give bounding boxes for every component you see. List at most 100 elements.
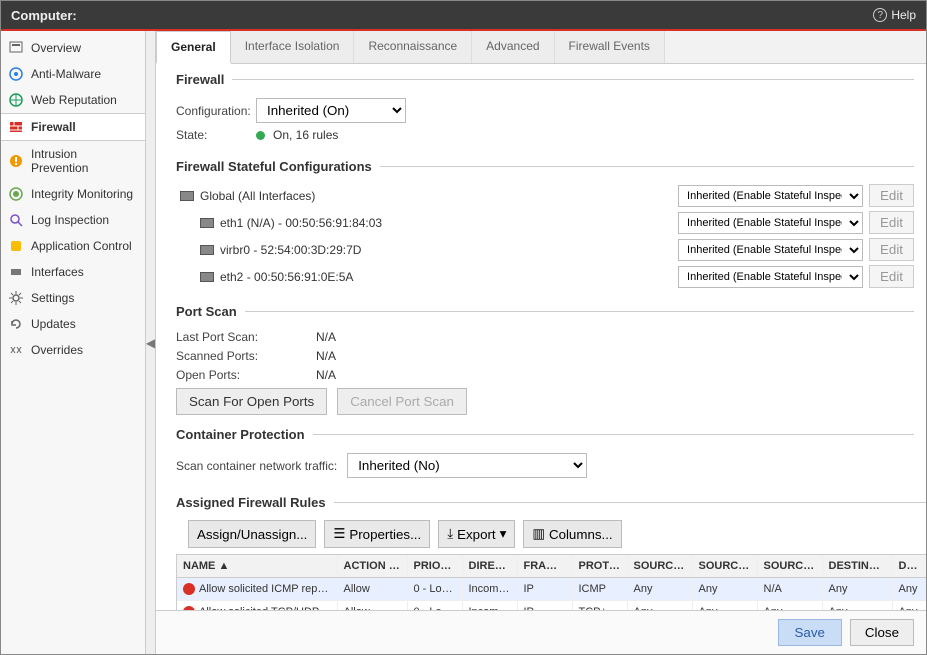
window-title: Computer: [11, 8, 77, 23]
stateful-select-virbr0[interactable]: Inherited (Enable Stateful Inspection) [678, 239, 863, 261]
iface-label: Global (All Interfaces) [200, 189, 315, 203]
sidebar-item-label: Log Inspection [31, 213, 109, 227]
configuration-label: Configuration: [176, 104, 256, 118]
tab-firewall-events[interactable]: Firewall Events [555, 31, 665, 63]
close-button[interactable]: Close [850, 619, 914, 646]
scanned-ports-value: N/A [316, 349, 336, 363]
application-control-icon [9, 239, 23, 253]
sidebar-item-web-reputation[interactable]: Web Reputation [1, 87, 145, 113]
properties-button[interactable]: ☰Properties... [324, 520, 430, 548]
sidebar-item-application-control[interactable]: Application Control [1, 233, 145, 259]
sidebar-item-label: Updates [31, 317, 76, 331]
tab-advanced[interactable]: Advanced [472, 31, 554, 63]
container-traffic-select[interactable]: Inherited (No) [347, 453, 587, 478]
stateful-select-global[interactable]: Inherited (Enable Stateful Inspection) [678, 185, 863, 207]
section-firewall: Firewall Configuration: Inherited (On) S… [176, 72, 914, 147]
assign-unassign-button[interactable]: Assign/Unassign... [188, 520, 316, 548]
section-container-protection: Container Protection Scan container netw… [176, 427, 914, 483]
export-button[interactable]: ⤓Export▾ [438, 520, 515, 548]
col-frame-type[interactable]: FRAME T... [517, 555, 572, 578]
section-stateful-legend: Firewall Stateful Configurations [176, 159, 380, 174]
computer-editor-window: Computer: ? Help Overview Anti-Malware W… [0, 0, 927, 655]
configuration-select[interactable]: Inherited (On) [256, 98, 406, 123]
stateful-select-eth1[interactable]: Inherited (Enable Stateful Inspection) [678, 212, 863, 234]
col-action-type[interactable]: ACTION TYP... [337, 555, 407, 578]
open-ports-label: Open Ports: [176, 368, 316, 382]
sidebar-item-interfaces[interactable]: Interfaces [1, 259, 145, 285]
sidebar-item-label: Integrity Monitoring [31, 187, 133, 201]
scan-for-open-ports-button[interactable]: Scan For Open Ports [176, 388, 327, 415]
log-inspection-icon [9, 213, 23, 227]
sidebar-item-label: Web Reputation [31, 93, 117, 107]
sidebar-item-anti-malware[interactable]: Anti-Malware [1, 61, 145, 87]
stateful-select-eth2[interactable]: Inherited (Enable Stateful Inspection) [678, 266, 863, 288]
rule-icon [183, 583, 195, 595]
stateful-row-virbr0: virbr0 - 52:54:00:3D:29:7D Inherited (En… [180, 238, 914, 261]
col-name[interactable]: NAME ▲ [177, 555, 337, 578]
sidebar-item-label: Intrusion Prevention [31, 147, 137, 175]
sidebar-item-log-inspection[interactable]: Log Inspection [1, 207, 145, 233]
sidebar-item-label: Application Control [31, 239, 132, 253]
sidebar-item-settings[interactable]: Settings [1, 285, 145, 311]
col-de[interactable]: DE... [892, 555, 926, 578]
anti-malware-icon [9, 67, 23, 81]
nic-icon [200, 272, 214, 282]
col-destination[interactable]: DESTINATI... [822, 555, 892, 578]
web-reputation-icon [9, 93, 23, 107]
col-source-ip[interactable]: SOURCE IP [627, 555, 692, 578]
body: Overview Anti-Malware Web Reputation Fir… [1, 31, 926, 654]
help-label: Help [891, 8, 916, 22]
container-traffic-label: Scan container network traffic: [176, 459, 337, 473]
sidebar-item-label: Overrides [31, 343, 83, 357]
content-scroll[interactable]: Firewall Configuration: Inherited (On) S… [156, 64, 926, 610]
export-icon: ⤓ [447, 526, 453, 542]
gear-icon [9, 291, 23, 305]
col-protocol[interactable]: PROTO... [572, 555, 627, 578]
col-source-mac[interactable]: SOURCE M... [692, 555, 757, 578]
iface-label: eth2 - 00:50:56:91:0E:5A [220, 270, 353, 284]
open-ports-value: N/A [316, 368, 336, 382]
help-link[interactable]: ? Help [873, 8, 916, 22]
section-portscan: Port Scan Last Port Scan:N/A Scanned Por… [176, 304, 914, 415]
stateful-row-eth2: eth2 - 00:50:56:91:0E:5A Inherited (Enab… [180, 265, 914, 288]
updates-icon [9, 317, 23, 331]
overrides-icon [9, 343, 23, 357]
help-icon: ? [873, 8, 887, 22]
col-priority[interactable]: PRIORI... [407, 555, 462, 578]
save-button[interactable]: Save [778, 619, 842, 646]
iface-label: virbr0 - 52:54:00:3D:29:7D [220, 243, 361, 257]
sidebar-item-overrides[interactable]: Overrides [1, 337, 145, 363]
sidebar-item-updates[interactable]: Updates [1, 311, 145, 337]
state-status-dot [256, 131, 265, 140]
section-container-legend: Container Protection [176, 427, 313, 442]
section-rules-legend: Assigned Firewall Rules [176, 495, 334, 510]
tab-general[interactable]: General [156, 31, 231, 64]
sidebar-item-integrity-monitoring[interactable]: Integrity Monitoring [1, 181, 145, 207]
chevron-down-icon: ▾ [500, 526, 507, 542]
edit-button[interactable]: Edit [869, 265, 914, 288]
section-firewall-legend: Firewall [176, 72, 232, 87]
rules-toolbar: Assign/Unassign... ☰Properties... ⤓Expor… [188, 520, 926, 548]
sidebar-item-firewall[interactable]: Firewall [1, 113, 145, 141]
col-direction[interactable]: DIRECTI... [462, 555, 517, 578]
tab-interface-isolation[interactable]: Interface Isolation [231, 31, 355, 63]
table-row[interactable]: Allow solicited ICMP replies Allow0 - Lo… [177, 578, 926, 601]
table-row[interactable]: Allow solicited TCP/UDP replies Allow0 -… [177, 601, 926, 610]
sidebar-item-intrusion-prevention[interactable]: Intrusion Prevention [1, 141, 145, 181]
edit-button[interactable]: Edit [869, 238, 914, 261]
cancel-port-scan-button[interactable]: Cancel Port Scan [337, 388, 467, 415]
tab-reconnaissance[interactable]: Reconnaissance [354, 31, 472, 63]
edit-button[interactable]: Edit [869, 184, 914, 207]
columns-icon: ▥ [532, 526, 545, 542]
sidebar-collapse-handle[interactable]: ◀ [146, 31, 156, 654]
sidebar-item-label: Settings [31, 291, 74, 305]
section-portscan-legend: Port Scan [176, 304, 245, 319]
col-source-port[interactable]: SOURCE P... [757, 555, 822, 578]
columns-button[interactable]: ▥Columns... [523, 520, 621, 548]
section-stateful: Firewall Stateful Configurations Global … [176, 159, 914, 292]
properties-icon: ☰ [333, 526, 345, 542]
section-assigned-rules: Assigned Firewall Rules Assign/Unassign.… [176, 495, 926, 610]
edit-button[interactable]: Edit [869, 211, 914, 234]
sidebar-item-overview[interactable]: Overview [1, 35, 145, 61]
state-value: On, 16 rules [273, 128, 338, 142]
